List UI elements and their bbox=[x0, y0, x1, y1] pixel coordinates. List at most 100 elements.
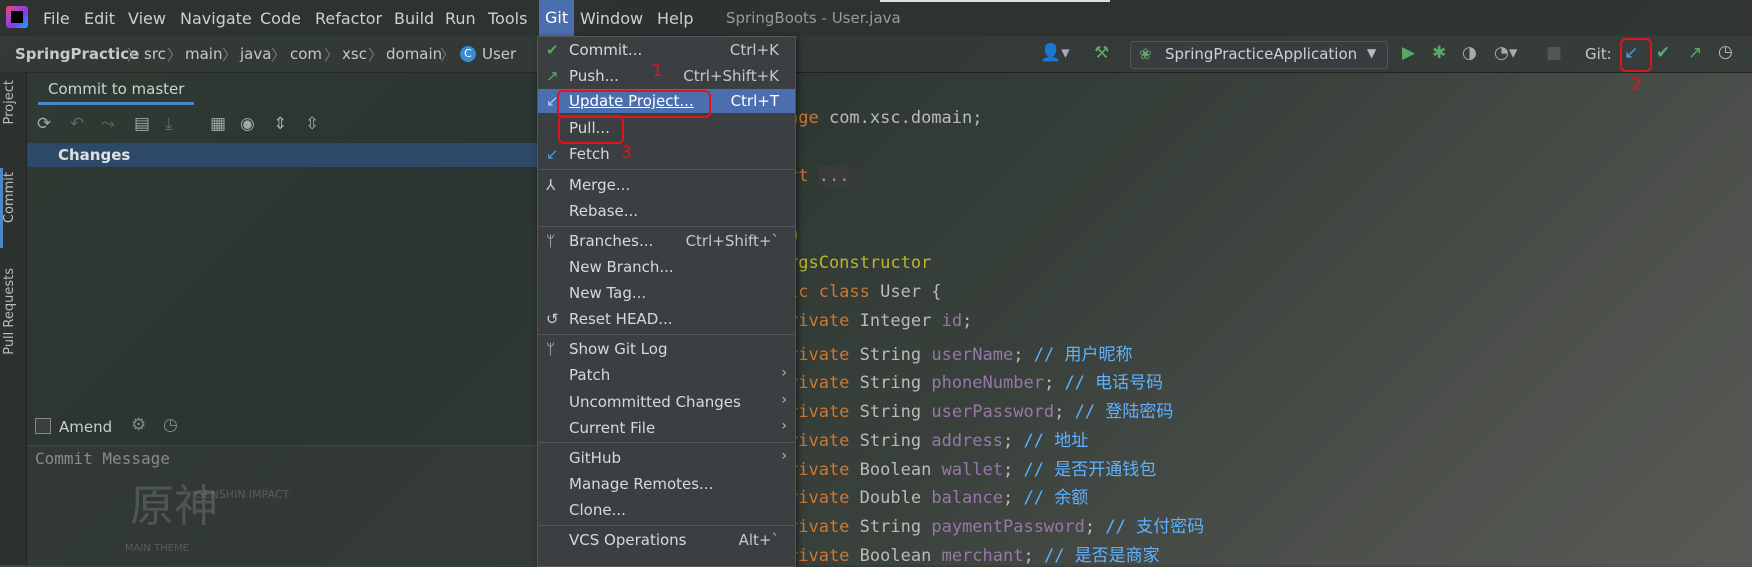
field-name: phoneNumber bbox=[931, 373, 1044, 394]
breadcrumb-domain[interactable]: domain bbox=[386, 45, 442, 63]
menu-run[interactable]: Run bbox=[445, 9, 476, 28]
field-name: address bbox=[931, 430, 1003, 451]
breadcrumb-xsc[interactable]: xsc bbox=[342, 45, 367, 63]
field-line: rivate String address; // 地址 bbox=[788, 426, 1088, 451]
group-by-icon[interactable]: ▦ bbox=[210, 114, 226, 134]
debug-icon[interactable]: ✱ bbox=[1432, 43, 1446, 63]
menu-item-commit[interactable]: ✔ Commit... Ctrl+K bbox=[538, 38, 795, 62]
menu-file[interactable]: File bbox=[43, 9, 70, 28]
menu-edit[interactable]: Edit bbox=[84, 9, 115, 28]
code-semicolon: ; bbox=[1003, 459, 1014, 480]
field-comment: // 余额 bbox=[1023, 488, 1089, 509]
amend-checkbox[interactable] bbox=[35, 418, 51, 434]
download-icon[interactable]: ⤓ bbox=[165, 114, 173, 134]
menu-navigate[interactable]: Navigate bbox=[180, 9, 252, 28]
menu-refactor[interactable]: Refactor bbox=[315, 9, 382, 28]
code-text: com.xsc.domain; bbox=[818, 108, 983, 128]
menu-item-new-branch[interactable]: New Branch... bbox=[538, 255, 795, 279]
clock-icon[interactable]: ◷ bbox=[163, 415, 178, 435]
refresh-icon[interactable]: ⟳ bbox=[37, 114, 51, 134]
menu-tools[interactable]: Tools bbox=[488, 9, 527, 28]
menu-item-branches[interactable]: ᛘ Branches... Ctrl+Shift+` bbox=[538, 229, 795, 253]
menu-item-patch[interactable]: Patch › bbox=[538, 363, 795, 387]
fold-marker[interactable]: ... bbox=[818, 166, 850, 186]
menu-separator bbox=[538, 442, 795, 443]
breadcrumb-com[interactable]: com bbox=[290, 45, 322, 63]
menu-item-manage-remotes[interactable]: Manage Remotes... bbox=[538, 472, 795, 496]
menu-view[interactable]: View bbox=[128, 9, 166, 28]
user-icon[interactable]: 👤▾ bbox=[1040, 43, 1070, 63]
commit-tab[interactable]: Commit to master bbox=[48, 80, 184, 98]
build-hammer-icon[interactable]: ⚒ bbox=[1094, 43, 1109, 63]
breadcrumb-user[interactable]: User bbox=[482, 45, 516, 63]
menu-item-push[interactable]: ↗ Push... Ctrl+Shift+K bbox=[538, 64, 795, 88]
code-keyword: rivate bbox=[788, 516, 850, 537]
menu-help[interactable]: Help bbox=[657, 9, 693, 28]
code-semicolon: ; bbox=[962, 311, 973, 331]
breadcrumb-project[interactable]: SpringPractice bbox=[15, 45, 139, 63]
field-type: String bbox=[859, 373, 922, 394]
changes-label: Changes bbox=[58, 146, 131, 164]
log-icon: ᛘ bbox=[546, 340, 556, 358]
field-comment: // 是否开通钱包 bbox=[1023, 459, 1157, 480]
run-configuration-select[interactable]: ❀ SpringPracticeApplication ▼ bbox=[1130, 41, 1388, 69]
amend-label[interactable]: Amend bbox=[59, 418, 112, 436]
annotation-box-pull bbox=[558, 115, 624, 144]
field-type: String bbox=[859, 430, 922, 451]
menu-item-vcs-operations[interactable]: VCS Operations Alt+` bbox=[538, 528, 795, 552]
side-tab-pull-requests[interactable]: Pull Requests bbox=[2, 268, 17, 355]
code-line: rgsConstructor bbox=[788, 253, 932, 273]
field-line: rivate Double balance; // 余额 bbox=[788, 483, 1088, 508]
side-tab-project[interactable]: Project bbox=[2, 80, 17, 124]
menu-item-fetch[interactable]: ↙ Fetch bbox=[538, 142, 795, 166]
check-icon: ✔ bbox=[546, 41, 559, 59]
code-keyword: rivate bbox=[788, 545, 850, 566]
diff-icon[interactable]: ▤ bbox=[134, 114, 150, 134]
watermark-text: 原神 bbox=[130, 481, 218, 532]
field-type: String bbox=[859, 344, 922, 365]
navigation-bar: SpringPractice 〉 src 〉 main 〉 java 〉 com… bbox=[0, 36, 1752, 73]
side-tab-selected-indicator bbox=[0, 168, 3, 248]
menu-build[interactable]: Build bbox=[394, 9, 434, 28]
menu-item-rebase[interactable]: Rebase... bbox=[538, 199, 795, 223]
rollback-icon[interactable]: ↶ bbox=[70, 114, 84, 134]
menu-item-merge[interactable]: ⅄ Merge... bbox=[538, 173, 795, 197]
coverage-icon[interactable]: ◑ bbox=[1462, 43, 1477, 63]
menu-item-uncommitted-changes[interactable]: Uncommitted Changes › bbox=[538, 390, 795, 414]
field-line: rivate String phoneNumber; // 电话号码 bbox=[788, 368, 1163, 393]
menu-git[interactable]: Git bbox=[539, 0, 575, 36]
profiler-icon[interactable]: ◔▾ bbox=[1494, 43, 1517, 63]
collapse-all-icon[interactable]: ⇳ bbox=[305, 114, 319, 134]
commit-check-icon[interactable]: ✔ bbox=[1656, 43, 1670, 63]
menu-item-clone[interactable]: Clone... bbox=[538, 498, 795, 522]
breadcrumb-src[interactable]: src bbox=[144, 45, 166, 63]
push-icon[interactable]: ↗ bbox=[1688, 43, 1702, 63]
settings-icon[interactable]: ⚙ bbox=[131, 415, 146, 435]
breadcrumb-separator: 〉 bbox=[324, 46, 340, 64]
spring-icon: ❀ bbox=[1139, 45, 1152, 63]
side-tab-commit[interactable]: Commit bbox=[2, 172, 17, 223]
menu-item-show-git-log[interactable]: ᛘ Show Git Log bbox=[538, 337, 795, 361]
menu-item-github[interactable]: GitHub › bbox=[538, 446, 795, 470]
menu-window[interactable]: Window bbox=[580, 9, 643, 28]
expand-all-icon[interactable]: ⇕ bbox=[273, 114, 287, 134]
breadcrumb-main[interactable]: main bbox=[185, 45, 222, 63]
code-keyword: rivate bbox=[788, 373, 850, 394]
menubar: File Edit View Navigate Code Refactor Bu… bbox=[0, 0, 1752, 36]
menu-item-reset-head[interactable]: ↺ Reset HEAD... bbox=[538, 307, 795, 331]
menu-item-current-file[interactable]: Current File › bbox=[538, 416, 795, 440]
eye-icon[interactable]: ◉ bbox=[240, 114, 255, 134]
run-icon[interactable]: ▶ bbox=[1402, 43, 1415, 63]
field-comment: // 地址 bbox=[1023, 430, 1089, 451]
menu-item-new-tag[interactable]: New Tag... bbox=[538, 281, 795, 305]
commit-message-placeholder: Commit Message bbox=[35, 449, 170, 468]
menu-code[interactable]: Code bbox=[260, 9, 301, 28]
code-semicolon: ; bbox=[1003, 430, 1014, 451]
submenu-arrow-icon: › bbox=[781, 365, 787, 381]
run-configuration-label: SpringPracticeApplication bbox=[1165, 45, 1358, 63]
shelve-icon[interactable]: ⤳ bbox=[101, 114, 115, 134]
stop-icon[interactable]: ■ bbox=[1546, 43, 1562, 63]
history-icon[interactable]: ◷ bbox=[1718, 42, 1733, 62]
annotation-box-toolbar-update bbox=[1620, 38, 1652, 72]
breadcrumb-java[interactable]: java bbox=[240, 45, 271, 63]
